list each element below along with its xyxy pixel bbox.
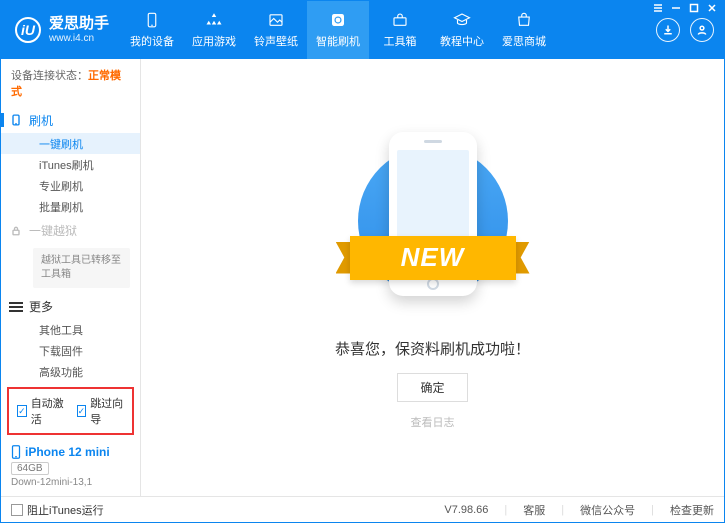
nav-store[interactable]: 爱思商城 bbox=[493, 1, 555, 59]
device-model: Down-12mini-13,1 bbox=[11, 477, 130, 488]
titlebar: iU 爱思助手 www.i4.cn 我的设备 应用游戏 铃声壁纸 智能刷机 bbox=[1, 1, 724, 59]
wallpaper-icon bbox=[267, 11, 285, 29]
logo-icon: iU bbox=[15, 17, 41, 43]
nav-label: 我的设备 bbox=[130, 33, 174, 49]
checkbox-skip-guide[interactable]: ✓ 跳过向导 bbox=[77, 395, 125, 427]
checkbox-icon bbox=[11, 504, 23, 516]
sub-itunes-flash[interactable]: iTunes刷机 bbox=[1, 154, 140, 175]
lock-icon bbox=[9, 224, 23, 238]
customer-service-link[interactable]: 客服 bbox=[523, 502, 545, 518]
navbar: 我的设备 应用游戏 铃声壁纸 智能刷机 工具箱 教程中心 bbox=[121, 1, 656, 59]
ok-button[interactable]: 确定 bbox=[397, 373, 467, 402]
body: 设备连接状态：正常模式 刷机 一键刷机 iTunes刷机 专业刷机 批量刷机 一… bbox=[1, 59, 724, 496]
nav-label: 铃声壁纸 bbox=[254, 33, 298, 49]
nav-apps-games[interactable]: 应用游戏 bbox=[183, 1, 245, 59]
nav-label: 工具箱 bbox=[384, 33, 417, 49]
wechat-link[interactable]: 微信公众号 bbox=[580, 502, 635, 518]
tutorial-icon bbox=[453, 11, 471, 29]
checkbox-label: 跳过向导 bbox=[90, 395, 124, 427]
checkbox-auto-activate[interactable]: ✓ 自动激活 bbox=[17, 395, 65, 427]
nav-label: 应用游戏 bbox=[192, 33, 236, 49]
category-label: 更多 bbox=[29, 298, 53, 315]
nav-ringtones-wallpapers[interactable]: 铃声壁纸 bbox=[245, 1, 307, 59]
category-jailbreak[interactable]: 一键越狱 bbox=[1, 218, 140, 244]
success-message: 恭喜您，保资料刷机成功啦！ bbox=[335, 338, 530, 359]
menu-button[interactable] bbox=[650, 1, 666, 15]
success-illustration: NEW bbox=[348, 126, 518, 316]
store-icon bbox=[515, 11, 533, 29]
apps-icon bbox=[205, 11, 223, 29]
jailbreak-note: 越狱工具已转移至工具箱 bbox=[33, 248, 130, 288]
nav-label: 教程中心 bbox=[440, 33, 484, 49]
nav-label: 智能刷机 bbox=[316, 33, 360, 49]
nav-toolbox[interactable]: 工具箱 bbox=[369, 1, 431, 59]
sub-other-tools[interactable]: 其他工具 bbox=[1, 320, 140, 341]
connection-label: 设备连接状态： bbox=[11, 70, 88, 82]
device-icon bbox=[143, 11, 161, 29]
sub-pro-flash[interactable]: 专业刷机 bbox=[1, 175, 140, 196]
nav-smart-flash[interactable]: 智能刷机 bbox=[307, 1, 369, 59]
version-label: V7.98.66 bbox=[444, 504, 488, 516]
flash-icon bbox=[329, 11, 347, 29]
category-label: 一键越狱 bbox=[29, 222, 77, 239]
device-name: iPhone 12 mini bbox=[11, 445, 130, 459]
user-button[interactable] bbox=[690, 18, 714, 42]
sub-one-click-flash[interactable]: 一键刷机 bbox=[1, 133, 140, 154]
branding: iU 爱思助手 www.i4.cn bbox=[1, 1, 121, 59]
ribbon-text: NEW bbox=[350, 236, 516, 280]
nav-label: 爱思商城 bbox=[502, 33, 546, 49]
checkbox-icon: ✓ bbox=[17, 405, 27, 417]
nav-tutorials[interactable]: 教程中心 bbox=[431, 1, 493, 59]
checkbox-icon: ✓ bbox=[77, 405, 87, 417]
flash-options-highlight: ✓ 自动激活 ✓ 跳过向导 bbox=[7, 387, 134, 435]
sub-batch-flash[interactable]: 批量刷机 bbox=[1, 196, 140, 217]
device-block[interactable]: iPhone 12 mini 64GB Down-12mini-13,1 bbox=[1, 439, 140, 496]
brand-name: 爱思助手 bbox=[49, 16, 109, 33]
brand-url: www.i4.cn bbox=[49, 33, 109, 44]
device-capacity: 64GB bbox=[11, 462, 49, 475]
new-ribbon: NEW bbox=[336, 236, 530, 280]
view-log-link[interactable]: 查看日志 bbox=[411, 414, 455, 430]
toolbox-icon bbox=[391, 11, 409, 29]
checkbox-label: 自动激活 bbox=[31, 395, 65, 427]
sidebar: 设备连接状态：正常模式 刷机 一键刷机 iTunes刷机 专业刷机 批量刷机 一… bbox=[1, 59, 141, 496]
window-controls bbox=[650, 1, 720, 15]
sub-advanced[interactable]: 高级功能 bbox=[1, 362, 140, 383]
nav-my-device[interactable]: 我的设备 bbox=[121, 1, 183, 59]
more-icon bbox=[9, 300, 23, 314]
category-more[interactable]: 更多 bbox=[1, 294, 140, 320]
category-flash[interactable]: 刷机 bbox=[1, 107, 140, 133]
maximize-button[interactable] bbox=[686, 1, 702, 15]
download-button[interactable] bbox=[656, 18, 680, 42]
check-update-link[interactable]: 检查更新 bbox=[670, 502, 714, 518]
minimize-button[interactable] bbox=[668, 1, 684, 15]
category-label: 刷机 bbox=[29, 112, 53, 129]
main-content: NEW 恭喜您，保资料刷机成功啦！ 确定 查看日志 bbox=[141, 59, 724, 496]
sub-download-firmware[interactable]: 下载固件 bbox=[1, 341, 140, 362]
connection-status: 设备连接状态：正常模式 bbox=[1, 59, 140, 107]
statusbar: 阻止iTunes运行 V7.98.66 | 客服 | 微信公众号 | 检查更新 bbox=[1, 496, 724, 522]
close-button[interactable] bbox=[704, 1, 720, 15]
phone-small-icon bbox=[11, 445, 21, 459]
checkbox-block-itunes[interactable]: 阻止iTunes运行 bbox=[11, 502, 104, 518]
phone-icon bbox=[9, 113, 23, 127]
app-window: iU 爱思助手 www.i4.cn 我的设备 应用游戏 铃声壁纸 智能刷机 bbox=[0, 0, 725, 523]
checkbox-label: 阻止iTunes运行 bbox=[27, 502, 104, 518]
